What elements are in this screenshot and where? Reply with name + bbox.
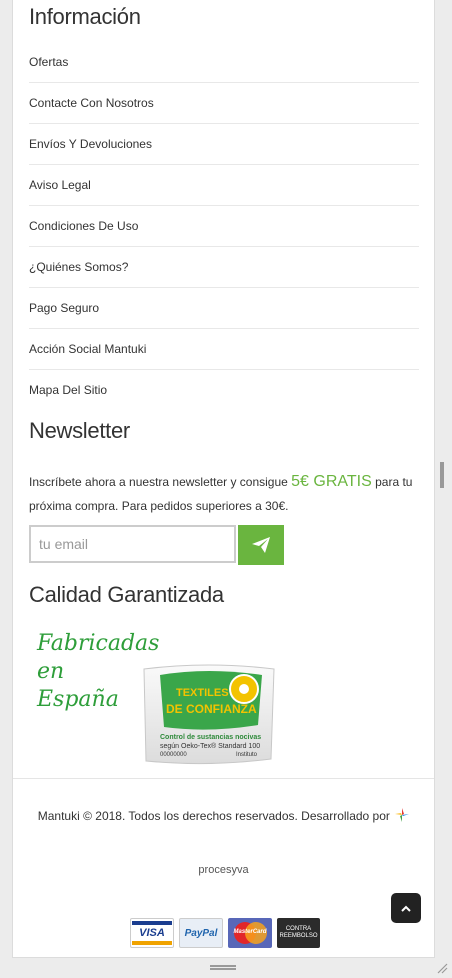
paypal-icon: PayPal	[179, 918, 223, 948]
developer-link[interactable]: procesyva	[13, 864, 434, 876]
label-line1: TEXTILES	[176, 687, 229, 699]
link-accion-social[interactable]: Acción Social Mantuki	[29, 329, 419, 370]
label-line2: DE CONFIANZA	[166, 702, 257, 716]
label-line3: Control de sustancias nocivas	[160, 734, 261, 741]
corner-resize-icon[interactable]	[436, 962, 448, 974]
chevron-up-icon	[401, 905, 411, 912]
visa-icon: VISA	[130, 918, 174, 948]
newsletter-text: Inscríbete ahora a nuestra newsletter y …	[29, 470, 419, 518]
copyright-text: Mantuki © 2018. Todos los derechos reser…	[37, 809, 390, 823]
newsletter-promo: 5€ GRATIS	[291, 473, 372, 490]
newsletter-heading: Newsletter	[29, 418, 130, 443]
link-quienes-somos[interactable]: ¿Quiénes Somos?	[29, 247, 419, 288]
link-condiciones[interactable]: Condiciones De Uso	[29, 206, 419, 247]
paper-plane-icon	[252, 537, 270, 553]
footer-divider	[13, 778, 434, 779]
newsletter-send-button[interactable]	[238, 525, 284, 565]
contra-text: CONTRA	[285, 926, 312, 932]
oeko-tex-label: TEXTILES DE CONFIANZA Control de sustanc…	[143, 664, 275, 765]
email-input[interactable]	[29, 525, 236, 563]
link-aviso-legal[interactable]: Aviso Legal	[29, 165, 419, 206]
footer-panel: Información Ofertas Contacte Con Nosotro…	[12, 0, 435, 958]
quality-heading: Calidad Garantizada	[29, 582, 224, 607]
newsletter-text-before: Inscríbete ahora a nuestra newsletter y …	[29, 475, 292, 489]
label-institute: Instituto	[236, 752, 258, 758]
link-envios[interactable]: Envíos Y Devoluciones	[29, 124, 419, 165]
visa-text: VISA	[139, 927, 165, 939]
info-heading: Información	[29, 4, 141, 29]
mastercard-text: MasterCard	[233, 929, 267, 935]
link-pago-seguro[interactable]: Pago Seguro	[29, 288, 419, 329]
link-ofertas[interactable]: Ofertas	[29, 42, 419, 83]
info-links-list: Ofertas Contacte Con Nosotros Envíos Y D…	[29, 42, 419, 410]
procesyva-logo-icon[interactable]	[395, 808, 410, 822]
copyright-line: Mantuki © 2018. Todos los derechos reser…	[13, 808, 434, 823]
label-line4: según Oeko-Tex® Standard 100	[160, 742, 260, 750]
side-resize-grip[interactable]	[440, 462, 444, 488]
paypal-text: PayPal	[184, 927, 218, 939]
contra-reembolso-icon: CONTRA REEMBOLSO	[277, 918, 320, 948]
label-number: 00000000	[160, 752, 187, 758]
link-contacte[interactable]: Contacte Con Nosotros	[29, 83, 419, 124]
back-to-top-button[interactable]	[391, 893, 421, 923]
reembolso-text: REEMBOLSO	[279, 933, 318, 939]
mastercard-icon: MasterCard	[228, 918, 272, 948]
link-mapa-sitio[interactable]: Mapa Del Sitio	[29, 370, 419, 410]
bottom-resize-grip[interactable]	[210, 965, 236, 970]
